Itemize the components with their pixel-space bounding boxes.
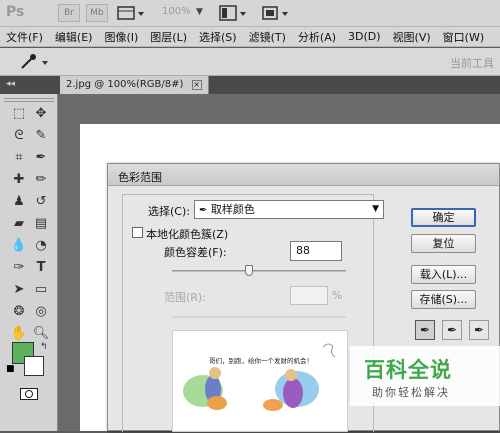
document-tab-label: 2.jpg @ 100%(RGB/8#) bbox=[66, 79, 184, 90]
move-tool-icon[interactable]: ✥ bbox=[30, 104, 52, 124]
range-slider-track[interactable] bbox=[172, 316, 346, 318]
fuzziness-label: 颜色容差(F): bbox=[164, 246, 227, 259]
fuzziness-input[interactable]: 88 bbox=[290, 241, 342, 261]
menu-analysis[interactable]: 分析(A) bbox=[292, 29, 342, 45]
background-color-swatch[interactable] bbox=[24, 356, 44, 376]
marquee-tool-icon[interactable]: ⬚ bbox=[8, 104, 30, 124]
preview-cartoon-icon bbox=[183, 343, 336, 411]
tool-preset-picker[interactable] bbox=[16, 53, 52, 71]
swap-colors-icon[interactable]: ↰ bbox=[40, 342, 48, 352]
toolbox: ⬚ ✥ ᘓ ✎ ⌗ ✒ ✚ ✏ ♟ ↺ ▰ ▤ 💧 ◔ ✑ T ➤ ▭ ❂ ◎ … bbox=[0, 94, 58, 431]
healing-brush-tool-icon[interactable]: ✚ bbox=[8, 170, 30, 190]
dodge-tool-icon[interactable]: ◔ bbox=[30, 236, 52, 256]
lasso-tool-icon[interactable]: ᘓ bbox=[8, 126, 30, 146]
type-tool-icon[interactable]: T bbox=[30, 258, 52, 278]
add-to-sample-button[interactable]: ✒ bbox=[442, 320, 462, 340]
eyedropper-icon: ✒ bbox=[419, 323, 431, 337]
menu-edit[interactable]: 编辑(E) bbox=[49, 29, 99, 45]
hand-tool-icon[interactable]: ✋ bbox=[8, 324, 30, 344]
close-tab-button[interactable]: × bbox=[191, 80, 202, 90]
localized-color-clusters-label: 本地化颜色簇(Z) bbox=[146, 228, 229, 241]
menu-view[interactable]: 视图(V) bbox=[387, 29, 437, 45]
ok-button[interactable]: 确定 bbox=[411, 208, 476, 227]
select-label: 选择(C): bbox=[148, 205, 190, 218]
blur-tool-icon[interactable]: 💧 bbox=[8, 236, 30, 256]
eraser-tool-icon[interactable]: ▰ bbox=[8, 214, 30, 234]
zoom-tool-icon[interactable]: 🔍︎ bbox=[30, 324, 52, 344]
document-tab[interactable]: 2.jpg @ 100%(RGB/8#) × bbox=[60, 76, 209, 94]
chevron-down-icon: ▼ bbox=[372, 204, 379, 214]
toolbox-grip[interactable] bbox=[4, 98, 54, 102]
application-bar: Ps Br Mb 100% ▼ bbox=[0, 0, 500, 27]
document-tab-bar: ◂◂ 2.jpg @ 100%(RGB/8#) × bbox=[0, 76, 500, 94]
selection-preview: 哥们，别跑，给你一个发财的机会！ bbox=[172, 330, 348, 432]
watermark: 百科全说 助你轻松解决 bbox=[350, 346, 500, 406]
zoom-level[interactable]: 100% bbox=[162, 6, 191, 17]
dialog-title-bar[interactable]: 色彩范围 bbox=[108, 164, 499, 186]
quick-mask-icon bbox=[25, 390, 33, 398]
menu-window[interactable]: 窗口(W) bbox=[437, 29, 490, 45]
path-selection-tool-icon[interactable]: ➤ bbox=[8, 280, 30, 300]
tool-grid: ⬚ ✥ ᘓ ✎ ⌗ ✒ ✚ ✏ ♟ ↺ ▰ ▤ 💧 ◔ ✑ T ➤ ▭ ❂ ◎ … bbox=[8, 104, 52, 344]
pen-tool-icon[interactable]: ✑ bbox=[8, 258, 30, 278]
localized-color-clusters-checkbox[interactable] bbox=[132, 227, 143, 238]
3d-orbit-tool-icon[interactable]: ◎ bbox=[30, 302, 52, 322]
dialog-title: 色彩范围 bbox=[118, 171, 162, 184]
eyedropper-button[interactable]: ✒ bbox=[415, 320, 435, 340]
subtract-from-sample-button[interactable]: ✒ bbox=[469, 320, 489, 340]
reset-button[interactable]: 复位 bbox=[411, 234, 476, 253]
menu-3d[interactable]: 3D(D) bbox=[342, 30, 387, 43]
range-unit: % bbox=[332, 289, 343, 302]
eyedropper-icon bbox=[21, 54, 48, 69]
fuzziness-slider-track[interactable] bbox=[172, 270, 346, 272]
history-brush-tool-icon[interactable]: ↺ bbox=[30, 192, 52, 212]
menu-layer[interactable]: 图层(L) bbox=[144, 29, 193, 45]
zoom-chevron-icon[interactable]: ▼ bbox=[196, 7, 203, 17]
view-extras-button[interactable] bbox=[116, 4, 146, 22]
menu-select[interactable]: 选择(S) bbox=[193, 29, 243, 45]
bridge-button[interactable]: Br bbox=[58, 4, 80, 22]
mini-bridge-button[interactable]: Mb bbox=[86, 4, 108, 22]
eyedropper-minus-icon: ✒ bbox=[473, 323, 485, 337]
quick-selection-tool-icon[interactable]: ✎ bbox=[30, 126, 52, 146]
options-bar: 当前工具 bbox=[0, 48, 500, 76]
arrange-documents-button[interactable] bbox=[218, 4, 248, 22]
arrange-documents-icon bbox=[219, 5, 246, 21]
crop-tool-icon[interactable]: ⌗ bbox=[8, 148, 30, 168]
gradient-tool-icon[interactable]: ▤ bbox=[30, 214, 52, 234]
menu-filter[interactable]: 滤镜(T) bbox=[243, 29, 292, 45]
shape-tool-icon[interactable]: ▭ bbox=[30, 280, 52, 300]
workspace-label: 当前工具 bbox=[450, 57, 494, 70]
menu-image[interactable]: 图像(I) bbox=[98, 29, 144, 45]
menu-bar: 文件(F) 编辑(E) 图像(I) 图层(L) 选择(S) 滤镜(T) 分析(A… bbox=[0, 27, 500, 47]
fuzziness-slider-thumb[interactable] bbox=[245, 265, 253, 276]
3d-rotate-tool-icon[interactable]: ❂ bbox=[8, 302, 30, 322]
view-extras-icon bbox=[117, 6, 144, 20]
menu-file[interactable]: 文件(F) bbox=[0, 29, 49, 45]
range-input[interactable] bbox=[290, 286, 328, 305]
eyedropper-plus-icon: ✒ bbox=[446, 323, 458, 337]
collapse-panel-icon[interactable]: ◂◂ bbox=[6, 79, 15, 89]
watermark-subtitle: 助你轻松解决 bbox=[372, 386, 450, 399]
screen-mode-icon bbox=[262, 6, 288, 20]
brush-tool-icon[interactable]: ✏ bbox=[30, 170, 52, 190]
range-label: 范围(R): bbox=[164, 291, 206, 304]
eyedropper-icon: ✒ bbox=[199, 205, 208, 216]
photoshop-logo: Ps bbox=[6, 4, 25, 20]
save-button[interactable]: 存储(S)... bbox=[411, 290, 476, 309]
eyedropper-tool-icon[interactable]: ✒ bbox=[30, 148, 52, 168]
load-button[interactable]: 载入(L)... bbox=[411, 265, 476, 284]
clone-stamp-tool-icon[interactable]: ♟ bbox=[8, 192, 30, 212]
quick-mask-button[interactable] bbox=[20, 388, 38, 400]
select-dropdown-value: 取样颜色 bbox=[210, 203, 255, 216]
watermark-title: 百科全说 bbox=[364, 358, 452, 382]
default-colors-icon[interactable]: ■ bbox=[6, 364, 15, 374]
screen-mode-button[interactable] bbox=[260, 4, 290, 22]
select-dropdown[interactable]: ✒ 取样颜色 ▼ bbox=[194, 200, 384, 219]
